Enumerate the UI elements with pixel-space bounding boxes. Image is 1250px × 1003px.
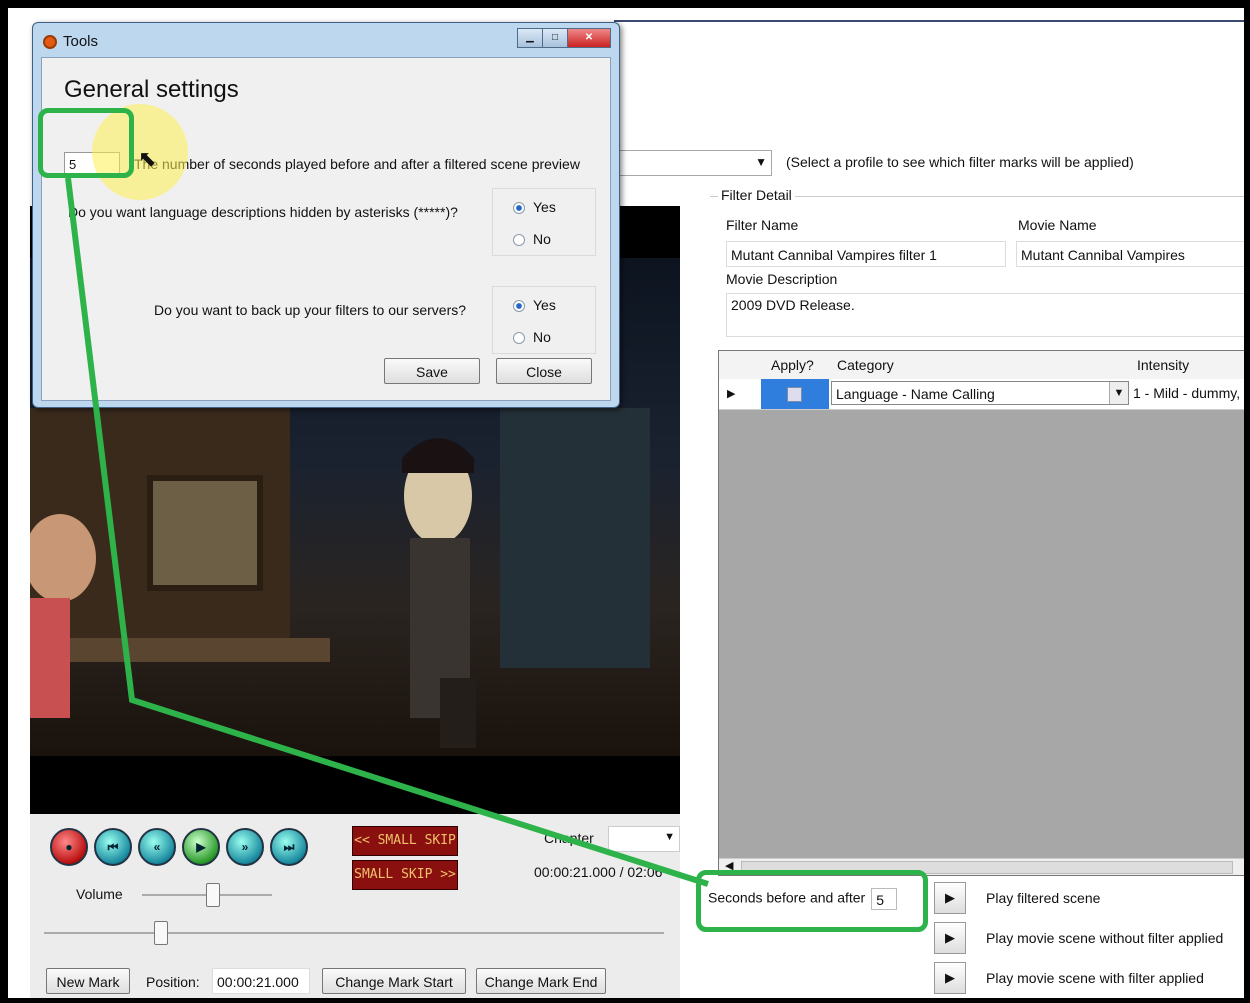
annotation-box-dialog [38,108,134,178]
screenshot-frame: ▼ (Select a profile to see which filter … [6,6,1246,1000]
annotation-box-seconds [696,870,928,932]
annotation-arrow [65,177,709,887]
mouse-cursor-icon: ⬉ [138,146,157,171]
